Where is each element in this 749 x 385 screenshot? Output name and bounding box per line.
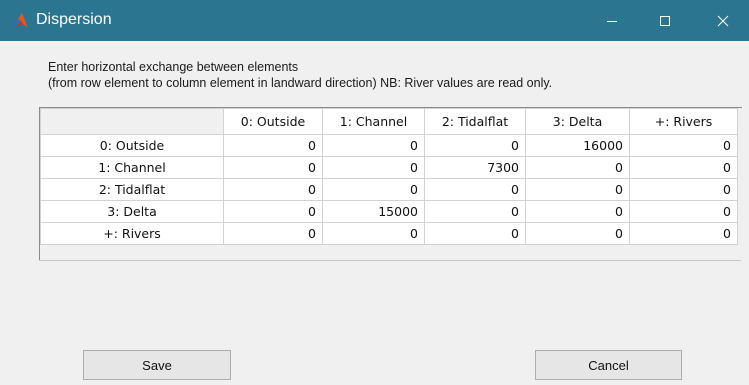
close-button[interactable]	[700, 0, 746, 41]
matlab-logo-icon	[12, 13, 28, 29]
table-cell[interactable]: 0	[223, 178, 323, 201]
window-title: Dispersion	[36, 11, 112, 28]
table-cell: 0	[629, 178, 738, 201]
table-divider	[39, 260, 741, 261]
table-cell: 0	[629, 134, 738, 157]
table-cell[interactable]: 7300	[424, 156, 526, 179]
dispersion-grid: 0: Outside 1: Channel 2: Tidalflat 3: De…	[40, 108, 738, 245]
table-cell[interactable]: 0	[223, 134, 323, 157]
column-header[interactable]: 1: Channel	[322, 108, 425, 135]
column-header[interactable]: 0: Outside	[223, 108, 323, 135]
table-cell[interactable]: 0	[322, 222, 425, 245]
minimize-button[interactable]	[589, 0, 635, 41]
column-header[interactable]: 3: Delta	[525, 108, 630, 135]
table-cell[interactable]: 0	[424, 134, 526, 157]
minimize-icon	[607, 20, 617, 22]
table-cell[interactable]: 16000	[525, 134, 630, 157]
maximize-button[interactable]	[642, 0, 688, 41]
title-bar[interactable]: Dispersion	[0, 0, 749, 41]
table-cell[interactable]: 0	[322, 178, 425, 201]
close-icon	[717, 15, 729, 26]
table-cell[interactable]: 0	[424, 200, 526, 223]
table-header-row: 0: Outside 1: Channel 2: Tidalflat 3: De…	[40, 108, 738, 135]
row-header: +: Rivers	[40, 222, 224, 245]
table-cell[interactable]: 0	[525, 200, 630, 223]
row-header: 0: Outside	[40, 134, 224, 157]
table-cell[interactable]: 0	[223, 222, 323, 245]
table-row: 2: Tidalflat 0 0 0 0 0	[40, 178, 738, 201]
save-button[interactable]: Save	[83, 350, 231, 380]
instruction-text-line1: Enter horizontal exchange between elemen…	[48, 60, 299, 74]
table-cell[interactable]: 0	[223, 200, 323, 223]
maximize-icon	[660, 15, 670, 26]
table-row: +: Rivers 0 0 0 0 0	[40, 222, 738, 245]
column-header[interactable]: +: Rivers	[629, 108, 738, 135]
instruction-text-line2: (from row element to column element in l…	[48, 76, 553, 90]
table-row: 0: Outside 0 0 0 16000 0	[40, 134, 738, 157]
dispersion-table[interactable]: 0: Outside 1: Channel 2: Tidalflat 3: De…	[39, 107, 742, 261]
table-cell[interactable]: 15000	[322, 200, 425, 223]
table-cell[interactable]: 0	[525, 156, 630, 179]
table-cell[interactable]: 0	[322, 134, 425, 157]
row-header: 1: Channel	[40, 156, 224, 179]
table-cell[interactable]: 0	[322, 156, 425, 179]
table-cell[interactable]: 0	[525, 178, 630, 201]
table-cell: 0	[629, 222, 738, 245]
table-cell: 0	[629, 156, 738, 179]
table-row: 1: Channel 0 0 7300 0 0	[40, 156, 738, 179]
table-corner	[40, 108, 224, 135]
table-cell[interactable]: 0	[223, 156, 323, 179]
row-header: 3: Delta	[40, 200, 224, 223]
cancel-button[interactable]: Cancel	[535, 350, 682, 380]
table-cell[interactable]: 0	[424, 222, 526, 245]
table-cell[interactable]: 0	[525, 222, 630, 245]
column-header[interactable]: 2: Tidalflat	[424, 108, 526, 135]
table-row: 3: Delta 0 15000 0 0 0	[40, 200, 738, 223]
row-header: 2: Tidalflat	[40, 178, 224, 201]
table-cell[interactable]: 0	[424, 178, 526, 201]
table-cell: 0	[629, 200, 738, 223]
